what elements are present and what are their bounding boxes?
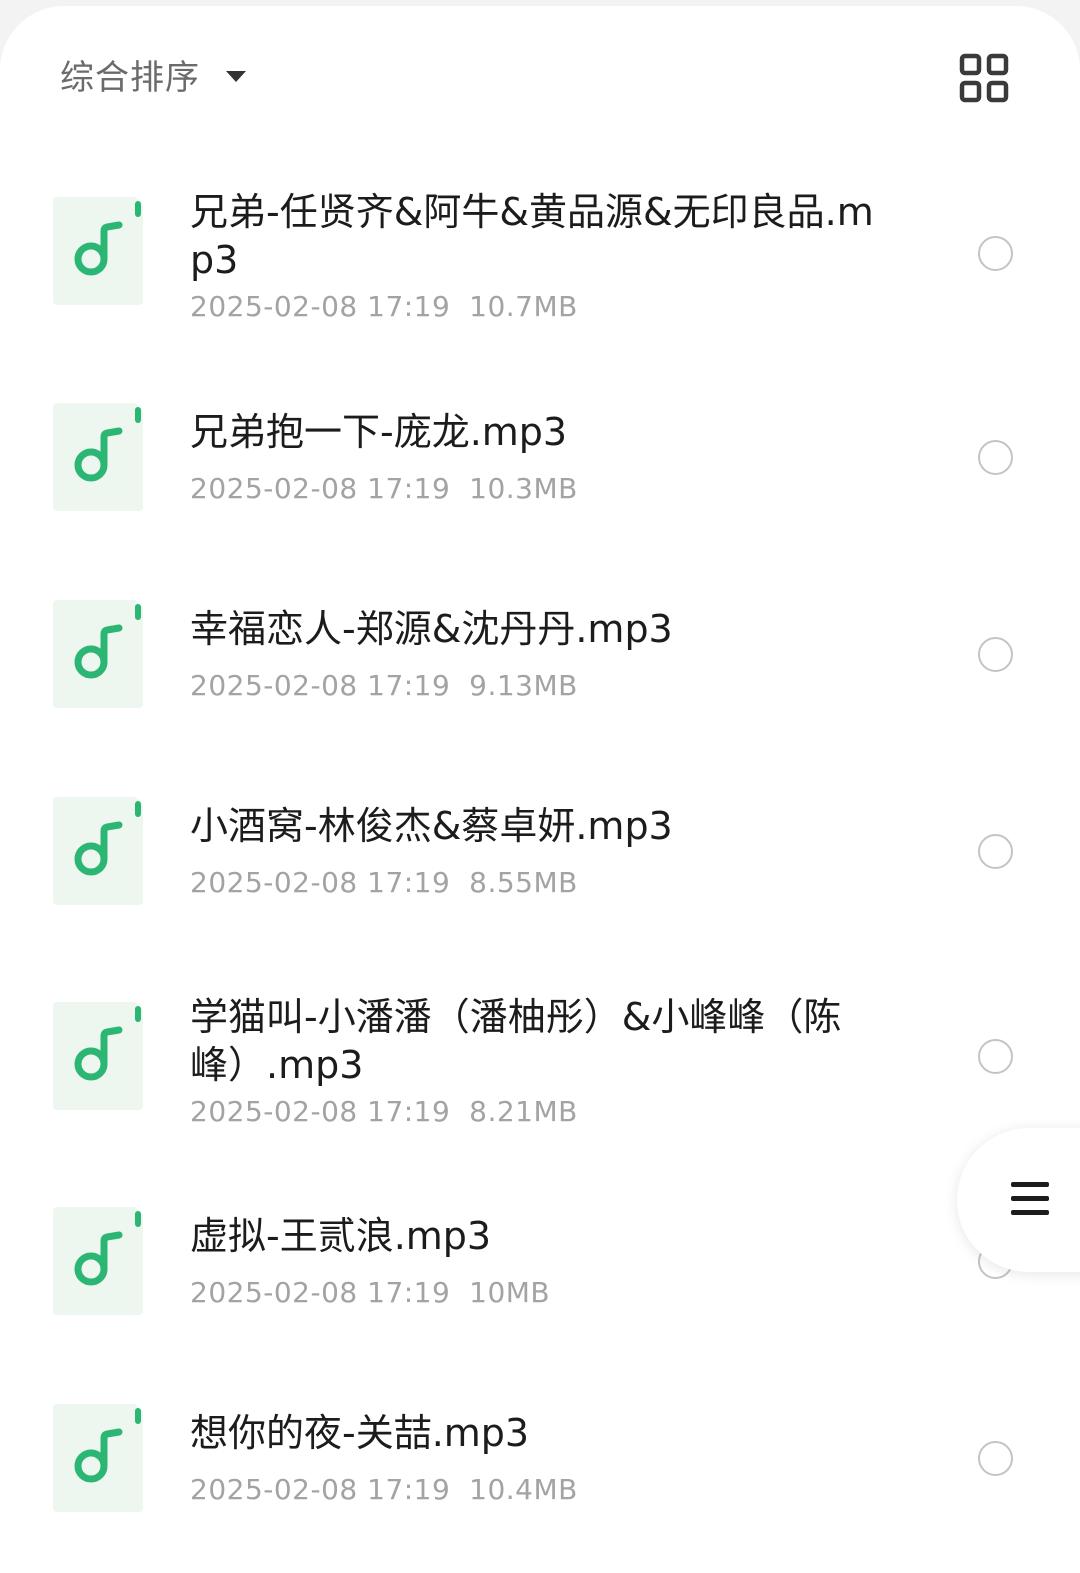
- file-list-sheet: 综合排序 兄弟-任贤齐&阿牛&黄品源&无印良品.mp3 2025-02-08 1…: [0, 6, 1080, 1573]
- file-date: 2025-02-08 17:19: [190, 669, 451, 702]
- file-size: 8.21MB: [469, 1095, 578, 1128]
- music-file-icon: [53, 403, 145, 511]
- file-size: 8.55MB: [469, 866, 578, 899]
- select-radio[interactable]: [978, 637, 1013, 672]
- file-meta: 2025-02-08 17:19 10.3MB: [190, 472, 578, 505]
- music-file-icon: [53, 797, 145, 905]
- file-date: 2025-02-08 17:19: [190, 1276, 451, 1309]
- select-radio[interactable]: [978, 440, 1013, 475]
- file-name: 想你的夜-关喆.mp3: [190, 1411, 530, 1455]
- file-meta: 2025-02-08 17:19 10MB: [190, 1276, 550, 1309]
- music-file-icon: [53, 1002, 145, 1110]
- menu-icon: [1011, 1182, 1049, 1215]
- file-meta: 2025-02-08 17:19 8.21MB: [190, 1095, 578, 1128]
- file-name: 兄弟抱一下-庞龙.mp3: [190, 410, 568, 454]
- file-meta: 2025-02-08 17:19 8.55MB: [190, 866, 578, 899]
- file-size: 10MB: [469, 1276, 551, 1309]
- file-meta: 2025-02-08 17:19 9.13MB: [190, 669, 578, 702]
- file-name: 虚拟-王贰浪.mp3: [190, 1214, 492, 1258]
- grid-view-button[interactable]: [958, 52, 1010, 104]
- file-name: 兄弟-任贤齐&阿牛&黄品源&无印良品.mp3: [190, 190, 874, 282]
- floating-menu-button[interactable]: [957, 1128, 1080, 1272]
- file-name: 学猫叫-小潘潘（潘柚彤）&小峰峰（陈峰）.mp3: [190, 995, 842, 1087]
- select-radio[interactable]: [978, 1441, 1013, 1476]
- file-size: 9.13MB: [469, 669, 578, 702]
- file-size: 10.4MB: [469, 1473, 578, 1506]
- file-meta: 2025-02-08 17:19 10.7MB: [190, 290, 578, 323]
- music-file-icon: [53, 600, 145, 708]
- select-radio[interactable]: [978, 236, 1013, 271]
- select-radio[interactable]: [978, 1039, 1013, 1074]
- toolbar: 综合排序: [0, 6, 1080, 146]
- caret-down-icon: [226, 71, 246, 82]
- sort-dropdown[interactable]: 综合排序: [60, 50, 246, 99]
- music-file-icon: [53, 1207, 145, 1315]
- sort-label: 综合排序: [60, 58, 200, 98]
- file-name: 小酒窝-林俊杰&蔡卓妍.mp3: [190, 804, 673, 848]
- grid-view-icon: [959, 53, 1009, 103]
- file-name: 幸福恋人-郑源&沈丹丹.mp3: [190, 607, 673, 651]
- file-size: 10.3MB: [469, 472, 578, 505]
- file-date: 2025-02-08 17:19: [190, 866, 451, 899]
- file-date: 2025-02-08 17:19: [190, 290, 451, 323]
- file-meta: 2025-02-08 17:19 10.4MB: [190, 1473, 578, 1506]
- file-date: 2025-02-08 17:19: [190, 1095, 451, 1128]
- file-date: 2025-02-08 17:19: [190, 472, 451, 505]
- file-size: 10.7MB: [469, 290, 578, 323]
- select-radio[interactable]: [978, 834, 1013, 869]
- music-file-icon: [53, 197, 145, 305]
- music-file-icon: [53, 1404, 145, 1512]
- file-date: 2025-02-08 17:19: [190, 1473, 451, 1506]
